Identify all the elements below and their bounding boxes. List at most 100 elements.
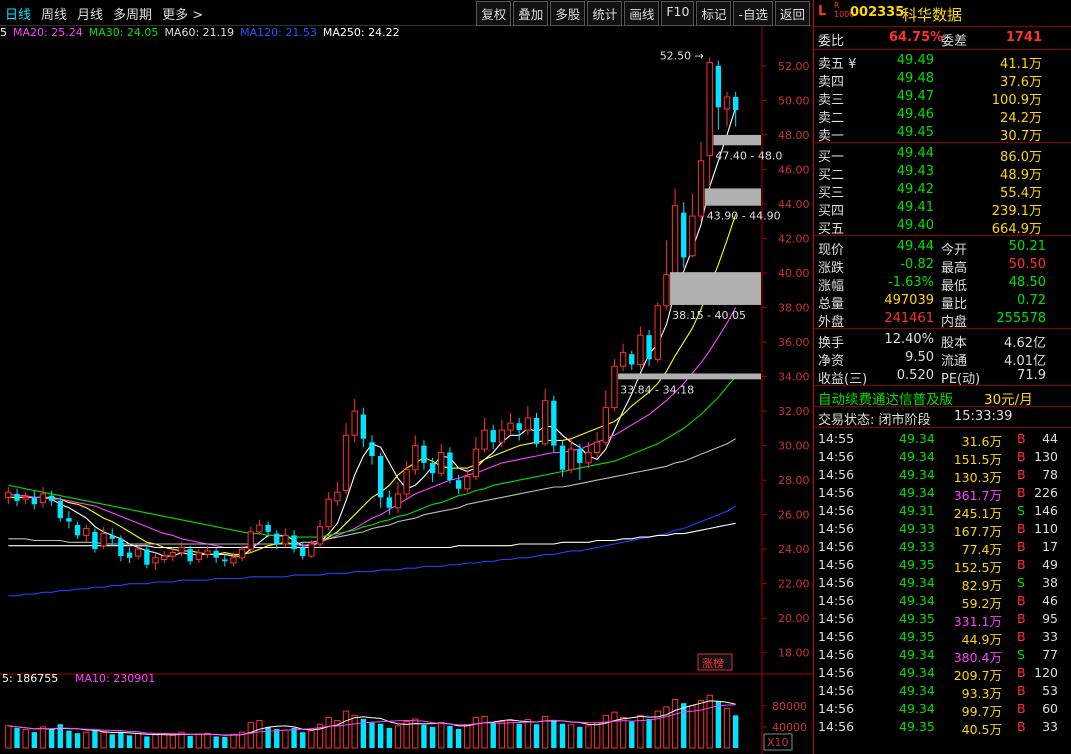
- candle[interactable]: [360, 407, 367, 448]
- candle[interactable]: [524, 405, 532, 436]
- tool-button-8[interactable]: 返回: [774, 1, 810, 26]
- candle[interactable]: [291, 530, 297, 553]
- period-tab-2[interactable]: 月线: [76, 3, 104, 24]
- candle[interactable]: [516, 418, 522, 441]
- candle[interactable]: [342, 423, 350, 494]
- candle[interactable]: [498, 419, 506, 448]
- tick-row[interactable]: 14:56 49.35 44.9万 B 33: [814, 628, 1071, 647]
- candle[interactable]: [533, 412, 540, 448]
- candle[interactable]: [464, 469, 471, 493]
- tick-row[interactable]: 14:56 49.34 99.7万 B 60: [814, 700, 1071, 719]
- bid-level[interactable]: 买四 49.41 239.1万: [814, 199, 1071, 219]
- tool-button-4[interactable]: 画线: [624, 1, 660, 26]
- tick-row[interactable]: 14:56 49.34 93.3万 B 53: [814, 682, 1071, 701]
- candle[interactable]: [74, 521, 81, 539]
- candle[interactable]: [274, 530, 280, 550]
- zhangbang-tag[interactable]: 涨榜: [697, 653, 733, 671]
- ask-level[interactable]: 卖一 49.45 30.7万: [814, 124, 1071, 144]
- tick-row[interactable]: 14:56 49.34 380.4万 S 77: [814, 646, 1071, 665]
- candle[interactable]: [48, 490, 55, 507]
- candle[interactable]: [611, 359, 618, 412]
- candle[interactable]: [31, 490, 37, 510]
- candle[interactable]: [325, 492, 332, 531]
- candle[interactable]: [100, 526, 107, 550]
- promo-row[interactable]: 自动续费通达信普及版 30元/月: [814, 386, 1071, 408]
- candle[interactable]: [187, 545, 193, 565]
- tick-row[interactable]: 14:56 49.34 82.9万 S 38: [814, 574, 1071, 593]
- candle[interactable]: [689, 193, 696, 258]
- tick-row[interactable]: 14:55 49.34 31.6万 B 44: [814, 430, 1071, 449]
- tool-button-0[interactable]: 复权: [476, 1, 512, 26]
- ask-level[interactable]: 卖五 ¥49.49 41.1万: [814, 52, 1071, 72]
- candle[interactable]: [551, 395, 557, 453]
- candle[interactable]: [22, 492, 29, 505]
- candle[interactable]: [39, 487, 47, 508]
- period-tab-4[interactable]: 更多 >: [161, 3, 204, 24]
- candle[interactable]: [654, 302, 661, 363]
- candle[interactable]: [671, 188, 679, 282]
- ask-level[interactable]: 卖四 49.48 37.6万: [814, 70, 1071, 90]
- candle[interactable]: [126, 547, 133, 563]
- bid-level[interactable]: 买三 49.42 55.4万: [814, 181, 1071, 201]
- tool-button-2[interactable]: 多股: [550, 1, 586, 26]
- tick-row[interactable]: 14:56 49.34 130.3万 B 78: [814, 466, 1071, 485]
- candle[interactable]: [195, 549, 203, 563]
- candle[interactable]: [394, 481, 402, 513]
- candle[interactable]: [697, 141, 705, 222]
- candle[interactable]: [472, 436, 480, 481]
- tick-list[interactable]: 14:55 49.34 31.6万 B 44 14:56 49.34 151.5万 B 130 14…: [814, 428, 1071, 737]
- candle[interactable]: [706, 57, 713, 187]
- candle[interactable]: [213, 547, 219, 563]
- period-tab-0[interactable]: 日线: [4, 3, 32, 24]
- candle[interactable]: [118, 535, 124, 562]
- candle[interactable]: [238, 545, 246, 562]
- tick-row[interactable]: 14:56 49.35 331.1万 B 95: [814, 610, 1071, 629]
- tool-button-6[interactable]: 标记: [696, 1, 732, 26]
- candle[interactable]: [256, 519, 263, 536]
- tick-row[interactable]: 14:56 49.34 59.2万 B 46: [814, 592, 1071, 611]
- candle[interactable]: [5, 487, 12, 505]
- candle[interactable]: [438, 443, 445, 477]
- candle[interactable]: [144, 545, 150, 569]
- candle[interactable]: [619, 343, 627, 372]
- candle[interactable]: [593, 431, 601, 458]
- candle[interactable]: [663, 240, 670, 310]
- candle[interactable]: [152, 552, 159, 570]
- candle[interactable]: [351, 399, 358, 443]
- candle[interactable]: [681, 202, 687, 268]
- candle[interactable]: [92, 528, 98, 553]
- period-tab-3[interactable]: 多周期: [112, 3, 153, 24]
- tool-button-5[interactable]: F10: [661, 1, 695, 26]
- candle[interactable]: [247, 526, 254, 553]
- candle[interactable]: [723, 91, 731, 127]
- candle[interactable]: [490, 424, 496, 450]
- candle[interactable]: [429, 457, 436, 482]
- candle[interactable]: [481, 418, 488, 453]
- ask-level[interactable]: 卖三 49.47 100.9万: [814, 88, 1071, 108]
- candle[interactable]: [646, 329, 652, 367]
- candle[interactable]: [715, 60, 722, 130]
- candle[interactable]: [316, 519, 324, 548]
- candle[interactable]: [57, 497, 63, 522]
- bid-level[interactable]: 买一 49.44 86.0万: [814, 145, 1071, 165]
- candle[interactable]: [222, 554, 228, 567]
- candle[interactable]: [507, 412, 514, 436]
- tick-row[interactable]: 14:56 49.35 152.5万 B 49: [814, 556, 1071, 575]
- candle[interactable]: [602, 390, 609, 446]
- candle[interactable]: [83, 525, 90, 543]
- candle[interactable]: [637, 326, 644, 370]
- candle[interactable]: [369, 435, 375, 465]
- tick-row[interactable]: 14:56 49.34 151.5万 B 130: [814, 448, 1071, 467]
- tick-row[interactable]: 14:56 49.34 209.7万 B 120: [814, 664, 1071, 683]
- ask-level[interactable]: 卖二 49.46 24.2万: [814, 106, 1071, 126]
- tick-row[interactable]: 14:56 49.34 361.7万 B 226: [814, 484, 1071, 503]
- candle[interactable]: [577, 443, 583, 481]
- candle[interactable]: [377, 452, 384, 508]
- stock-name[interactable]: 科华数据: [902, 4, 962, 25]
- candle[interactable]: [66, 511, 72, 529]
- candle[interactable]: [629, 350, 635, 370]
- tick-row[interactable]: 14:56 49.31 245.1万 S 146: [814, 502, 1071, 521]
- candle[interactable]: [282, 528, 289, 548]
- tool-button-3[interactable]: 统计: [587, 1, 623, 26]
- candle[interactable]: [412, 435, 419, 475]
